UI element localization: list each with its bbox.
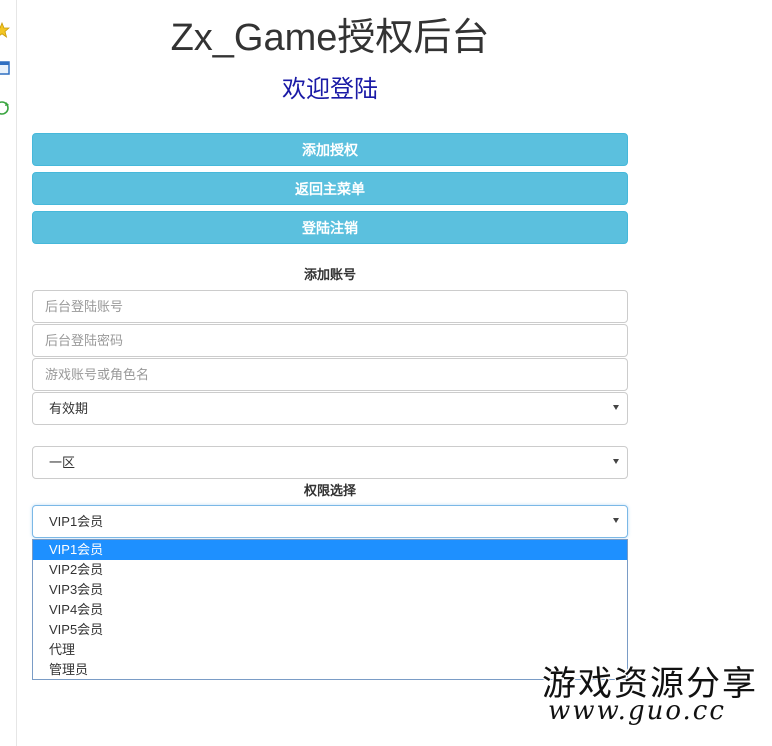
validity-select[interactable]: 有效期 (32, 392, 628, 425)
watermark: 游戏资源分享 www.guo.cc (538, 656, 758, 726)
chevron-down-icon (613, 405, 619, 410)
star-icon[interactable] (0, 22, 10, 38)
permission-select-value: VIP1会员 (49, 514, 104, 529)
validity-select-value: 有效期 (49, 401, 89, 416)
dropdown-option-vip1[interactable]: VIP1会员 (33, 540, 627, 560)
back-to-main-menu-button[interactable]: 返回主菜单 (32, 172, 628, 205)
logout-button[interactable]: 登陆注销 (32, 211, 628, 244)
window-icon[interactable] (0, 60, 10, 76)
game-account-input[interactable] (32, 358, 628, 391)
dropdown-option-vip5[interactable]: VIP5会员 (33, 620, 627, 640)
chevron-down-icon (613, 459, 619, 464)
dropdown-option-vip3[interactable]: VIP3会员 (33, 580, 627, 600)
chevron-down-icon (613, 518, 619, 523)
region-select-value: 一区 (49, 455, 76, 470)
dropdown-option-vip2[interactable]: VIP2会员 (33, 560, 627, 580)
dropdown-option-vip4[interactable]: VIP4会员 (33, 600, 627, 620)
watermark-url-text: www.guo.cc (548, 696, 726, 726)
page-title: Zx_Game授权后台 (170, 17, 490, 59)
permission-select[interactable]: VIP1会员 (32, 505, 628, 538)
admin-password-input[interactable] (32, 324, 628, 357)
add-auth-button[interactable]: 添加授权 (32, 133, 628, 166)
add-account-heading: 添加账号 (303, 267, 356, 282)
welcome-text: 欢迎登陆 (282, 76, 378, 103)
permission-heading: 权限选择 (303, 483, 356, 498)
left-toolbar-edge (0, 0, 17, 746)
refresh-icon[interactable] (0, 100, 10, 116)
region-select[interactable]: 一区 (32, 446, 628, 479)
admin-username-input[interactable] (32, 290, 628, 323)
